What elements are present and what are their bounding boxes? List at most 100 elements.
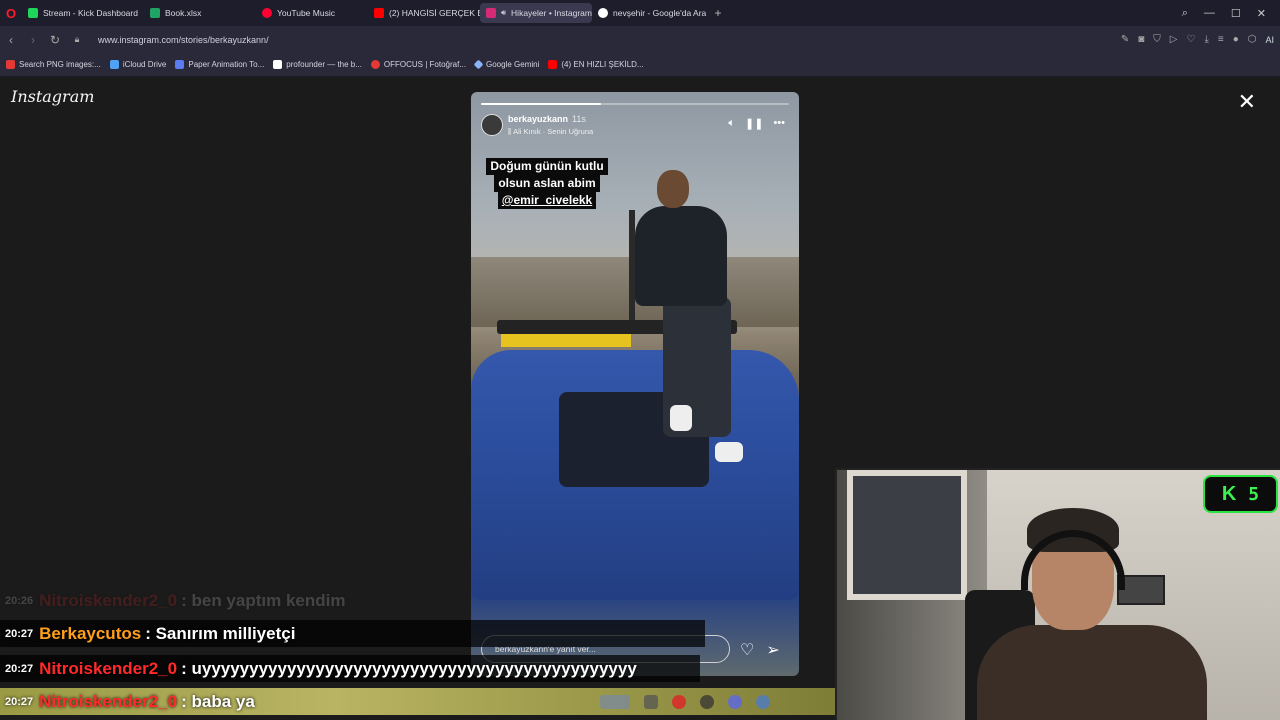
pause-icon[interactable]: ❚❚ (745, 117, 763, 130)
bookmark-label: Paper Animation To... (188, 60, 265, 69)
person-head (657, 170, 689, 208)
more-options-icon[interactable]: ••• (773, 117, 785, 130)
camera-icon[interactable]: ◙ (1138, 34, 1144, 45)
story-music[interactable]: ⫼ Ali Kınık · Senin Uğruna (508, 127, 593, 137)
caption-line: Doğum günün kutlu (486, 158, 608, 175)
minimize-button[interactable]: — (1204, 7, 1215, 19)
google-icon (598, 8, 608, 18)
discord-icon[interactable] (728, 695, 742, 709)
chat-message: 20:27 Berkaycutos : Sanırım milliyetçi (0, 620, 705, 647)
chat-message: 20:26 Nitroiskender2_0 : ben yaptım kend… (0, 587, 345, 614)
bookmarks-bar: Search PNG images:... iCloud Drive Paper… (0, 53, 1280, 77)
forward-button[interactable]: › (22, 26, 44, 53)
chat-message: 20:27 Nitroiskender2_0 : uyyyyyyyyyyyyyy… (0, 655, 700, 682)
close-window-button[interactable]: ✕ (1257, 7, 1266, 20)
shield-icon[interactable]: ⛉ (1153, 34, 1161, 45)
address-bar: ‹ › ↻ 🔒︎ www.instagram.com/stories/berka… (0, 26, 1280, 53)
bookmark-item[interactable]: Search PNG images:... (6, 60, 101, 69)
chat-text: : Sanırım milliyetçi (145, 623, 296, 643)
heart-icon[interactable]: ♡ (1186, 34, 1195, 45)
viewer-count: 5 (1248, 483, 1260, 505)
speaker-icon[interactable]: 🔊︎ (501, 8, 506, 18)
menu-icon[interactable]: ≡ (1218, 34, 1224, 45)
tab-instagram-stories[interactable]: 🔊︎ Hikayeler • Instagram (480, 3, 592, 23)
room-window (847, 470, 967, 600)
bookmark-item[interactable]: Paper Animation To... (175, 60, 264, 69)
tab-youtube-music[interactable]: YouTube Music (256, 3, 368, 23)
bookmark-item[interactable]: OFFOCUS | Fotoğraf... (370, 60, 466, 69)
bookmark-item[interactable]: (4) EN HIZLI ŞEKİLD... (548, 60, 644, 69)
opera-icon[interactable] (672, 695, 686, 709)
reload-button[interactable]: ↻ (44, 26, 66, 53)
story-controls: 🔈︎ ❚❚ ••• (728, 117, 785, 130)
edit-icon[interactable]: ✎ (1121, 34, 1129, 45)
search-tabs-icon[interactable]: ⌕ (1182, 7, 1188, 20)
bookmark-label: OFFOCUS | Fotoğraf... (383, 60, 466, 69)
taskbar-app-icon[interactable] (644, 695, 658, 709)
taskbar-app-icon[interactable] (600, 695, 630, 709)
back-button[interactable]: ‹ (0, 26, 22, 53)
caption-line: olsun aslan abim (494, 175, 600, 192)
story-time: 11s (572, 114, 586, 124)
story-progress-fill (481, 103, 602, 105)
new-tab-button[interactable]: + (708, 3, 728, 23)
username-text[interactable]: berkayuzkann (508, 114, 568, 124)
shoe (670, 405, 692, 431)
kick-viewer-badge: K 5 (1203, 475, 1278, 513)
opera-logo-icon[interactable]: O (0, 0, 22, 26)
obs-icon[interactable] (700, 695, 714, 709)
tab-label: Hikayeler • Instagram (511, 8, 592, 18)
story-caption: Doğum günün kutlu olsun aslan abim @emir… (480, 158, 614, 209)
profile-icon[interactable]: ● (1233, 34, 1239, 45)
shoe (715, 442, 743, 462)
streamer-body (977, 625, 1207, 720)
download-icon[interactable]: ⤓ (1204, 34, 1208, 45)
ai-button[interactable]: AI (1265, 35, 1274, 45)
tab-google-search[interactable]: nevşehir - Google'da Ara (592, 3, 708, 23)
youtube-icon (374, 8, 384, 18)
chat-time: 20:27 (5, 627, 34, 640)
tab-label: nevşehir - Google'da Ara (613, 8, 707, 18)
tab-book-xlsx[interactable]: Book.xlsx (144, 3, 256, 23)
maximize-button[interactable]: ☐ (1231, 7, 1241, 20)
bookmark-item[interactable]: Google Gemini (473, 59, 540, 70)
instagram-icon (486, 8, 496, 18)
url-field[interactable]: www.instagram.com/stories/berkayuzkann/ (98, 35, 269, 45)
story-username[interactable]: berkayuzkann 11s (508, 114, 586, 124)
tab-youtube-video[interactable]: (2) HANGİSİ GERÇEK ESKİ (368, 3, 480, 23)
mention-link[interactable]: @emir_civelekk (497, 192, 597, 209)
extension-icon[interactable]: ⬡ (1248, 34, 1257, 45)
tab-bar: O Stream - Kick Dashboard Book.xlsx YouT… (0, 0, 1280, 26)
chat-time: 20:27 (5, 662, 34, 675)
tab-kick-dashboard[interactable]: Stream - Kick Dashboard (22, 3, 144, 23)
taskbar-icons (600, 695, 770, 709)
screen: O Stream - Kick Dashboard Book.xlsx YouT… (0, 0, 1280, 720)
chat-text: : uyyyyyyyyyyyyyyyyyyyyyyyyyyyyyyyyyyyyy… (181, 658, 637, 678)
close-story-button[interactable]: ✕ (1238, 91, 1256, 113)
music-label: Ali Kınık · Senin Uğruna (513, 127, 594, 136)
bookmark-favicon-icon (273, 60, 283, 69)
person-body (635, 206, 727, 306)
address-actions: ✎ ◙ ⛉ ▷ ♡ ⤓ ≡ ● ⬡ AI (1121, 26, 1274, 53)
volume-icon[interactable]: 🔈︎ (728, 117, 735, 130)
instagram-logo[interactable]: Instagram (11, 87, 94, 106)
avatar[interactable] (481, 114, 503, 136)
tab-label: YouTube Music (277, 8, 335, 18)
window-controls: ⌕ — ☐ ✕ (1182, 0, 1280, 26)
chat-username: Nitroiskender2_0 (39, 658, 178, 678)
bookmark-item[interactable]: profounder — the b... (273, 60, 362, 69)
bookmark-item[interactable]: iCloud Drive (109, 60, 166, 69)
kick-icon (28, 8, 38, 18)
tab-label: Stream - Kick Dashboard (43, 8, 138, 18)
bookmark-label: profounder — the b... (286, 60, 362, 69)
bookmark-label: Search PNG images:... (19, 60, 101, 69)
chat-time: 20:26 (5, 594, 34, 607)
light-bar (501, 334, 631, 347)
story-progress-bar (481, 103, 789, 105)
icloud-icon (109, 60, 119, 69)
chat-username: Nitroiskender2_0 (39, 691, 178, 711)
taskbar-app-icon[interactable] (756, 695, 770, 709)
play-icon[interactable]: ▷ (1170, 34, 1178, 45)
bookmark-label: Google Gemini (486, 60, 540, 69)
chat-time: 20:27 (5, 695, 34, 708)
